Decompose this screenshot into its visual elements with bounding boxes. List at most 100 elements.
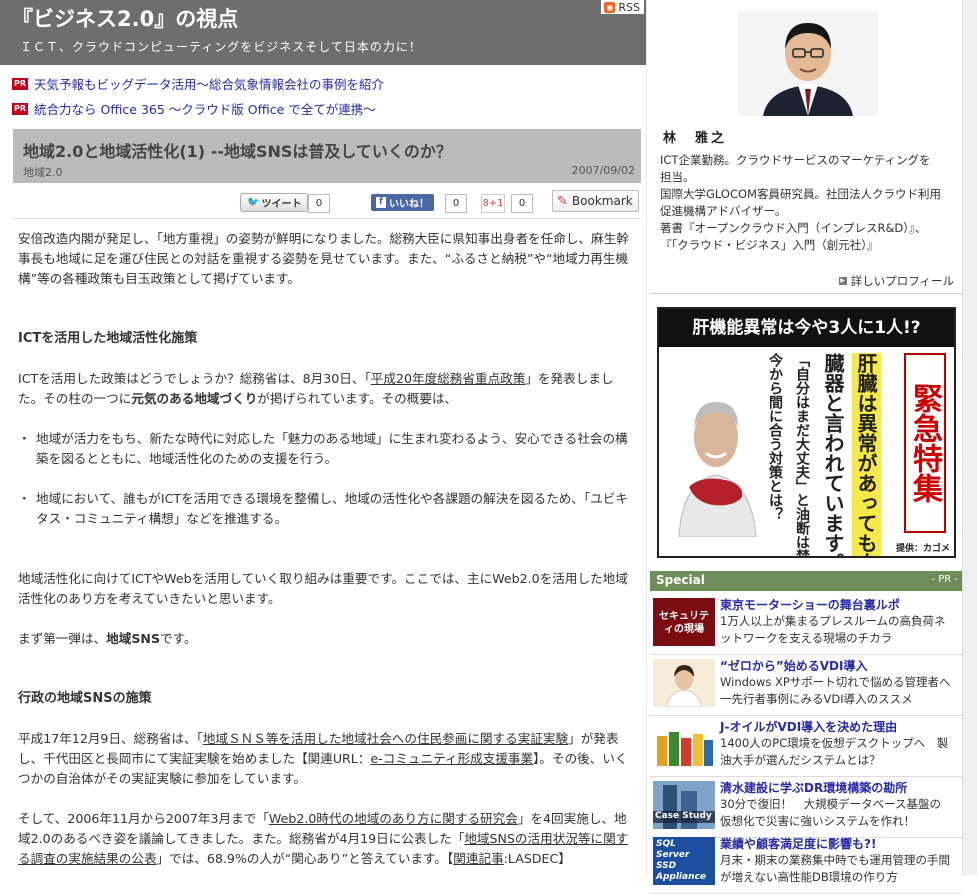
- ad-copy-highlight: 肝臓は異常があっても自覚症状が出にくい: [852, 353, 881, 556]
- tweet-label: ツイート: [261, 199, 302, 210]
- ad-sponsor: 提供：カゴメ: [895, 544, 950, 554]
- special-item[interactable]: Case Study 清水建設に学ぶDR環境構築の勘所 30分で復旧！ 大規模デ…: [650, 777, 962, 838]
- article-link[interactable]: 平成20年度総務省重点政策: [371, 371, 526, 386]
- pr-link-1[interactable]: PR 天気予報もビッグデータ活用～総合気象情報会社の事例を紹介: [12, 74, 384, 93]
- like-label: いいね！: [389, 199, 429, 210]
- profile-box: 林 雅之 ICT企業勤務。クラウドサービスのマーケティングを 担当。 国際大学G…: [650, 0, 962, 294]
- bookmark-button[interactable]: ✎ Bookmark: [552, 190, 639, 212]
- text: 平成17年12月9日、総務省は、「: [18, 731, 203, 746]
- special-title-link[interactable]: 業績や顧客満足度に影響も?!: [720, 835, 876, 852]
- rss-icon: ◉: [604, 1, 616, 13]
- post-header: 地域2.0と地域活性化(1) --地域SNSは普及していくのか？ 地域2.0 2…: [13, 129, 641, 183]
- paragraph: 地域活性化に向けてICTやWebを活用していく取り組みは重要です。ここでは、主に…: [18, 571, 628, 606]
- pr-badge: PR: [12, 102, 29, 115]
- thumb-label: SQL Server SSD Appliance: [656, 839, 706, 882]
- special-desc: 1400人のPC環境を仮想デスクトップへ 製 油大手が選んだシステムとは？: [720, 735, 960, 769]
- special-header: Special - PR -: [650, 571, 962, 591]
- share-bar: 🐦 ツイート 0 f いいね！ 0 8+1 0 ✎ Bookmark: [13, 190, 641, 216]
- desc-line: が増えない高性能DB環境の作り方: [720, 870, 898, 884]
- special-title: Special: [656, 573, 705, 587]
- article-link[interactable]: 地域ＳＮＳ等を活用した地域社会への住民参画に関する実証実験: [203, 731, 568, 746]
- thumb-label: セキュリティの現場: [659, 611, 709, 635]
- sidebar: 林 雅之 ICT企業勤務。クラウドサービスのマーケティングを 担当。 国際大学G…: [650, 0, 962, 894]
- paragraph: まず第一弾は、地域SNSです。: [18, 629, 632, 649]
- bio-line: 『「クラウド・ビジネス」入門（創元社）』: [660, 238, 879, 252]
- ad-copy: 「自分はまだ大丈夫」と油断は禁物です。: [794, 353, 810, 558]
- desc-line: 油大手が選んだシステムとは？: [720, 753, 881, 767]
- desc-line: 一先行者事例にみるVDI導入のススメ: [720, 692, 913, 706]
- like-count: 0: [445, 194, 467, 213]
- divider: [13, 218, 641, 219]
- gplus-count: 0: [511, 194, 533, 213]
- rss-link[interactable]: ◉ RSS: [601, 0, 644, 14]
- article-body: 安倍改造内閣が発足し、「地方重視」の姿勢が鮮明になりました。総務大臣に県知事出身…: [18, 229, 632, 889]
- paragraph: 安倍改造内閣が発足し、「地方重視」の姿勢が鮮明になりました。総務大臣に県知事出身…: [18, 231, 629, 286]
- text: です。: [160, 631, 197, 646]
- special-title-link[interactable]: 東京モーターショーの舞台裏ルポ: [720, 596, 900, 613]
- post-title[interactable]: 地域2.0と地域活性化(1) --地域SNSは普及していくのか？: [23, 138, 452, 162]
- special-title-link[interactable]: 清水建設に学ぶDR環境構築の勘所: [720, 779, 907, 796]
- section-heading: ICTを活用した地域活性化施策: [18, 331, 198, 346]
- desc-line: ットワークを支える現場のチカラ: [720, 631, 893, 645]
- list-item: 地域において、誰もがICTを活用できる環境を整備し、地域の活性化や各課題の解決を…: [18, 489, 632, 529]
- special-desc: 月末・期末の業務集中時でも運用管理の手間 が増えない高性能DB環境の作り方: [720, 852, 960, 886]
- paragraph: ICTを活用した政策はどうでしょうか？総務省は、8月30日、「平成20年度総務省…: [18, 369, 632, 409]
- desc-line: 1万人以上が集まるプレスルームの高負荷ネ: [720, 614, 946, 628]
- section-heading: 行政の地域SNSの施策: [18, 691, 152, 706]
- special-thumbnail: セキュリティの現場: [653, 598, 715, 646]
- author-name: 林 雅之: [663, 131, 728, 146]
- blog-title[interactable]: 『ビジネス2.0』の視点: [12, 3, 238, 33]
- special-thumbnail: [653, 659, 715, 707]
- special-thumbnail: Case Study: [653, 781, 715, 829]
- desc-line: 1400人のPC環境を仮想デスクトップへ 製: [720, 736, 949, 750]
- special-desc: 1万人以上が集まるプレスルームの高負荷ネ ットワークを支える現場のチカラ: [720, 613, 960, 647]
- special-thumbnail: SQL Server SSD Appliance: [653, 837, 715, 885]
- text: まず第一弾は、: [18, 631, 107, 646]
- gplus-button[interactable]: 8+1: [481, 194, 505, 213]
- twitter-bird-icon: 🐦: [247, 197, 260, 208]
- article-link[interactable]: 関連記事: [453, 851, 503, 866]
- ad-headline: 肝機能異常は今や3人に1人!?: [659, 309, 954, 347]
- special-pr: - PR -: [931, 574, 958, 585]
- rss-label: RSS: [618, 0, 640, 14]
- text: そして、2006年11月から2007年3月まで「: [18, 811, 269, 826]
- special-item[interactable]: セキュリティの現場 東京モーターショーの舞台裏ルポ 1万人以上が集まるプレスルー…: [650, 594, 962, 655]
- bio-line: ICT企業勤務。クラウドサービスのマーケティングを: [660, 153, 931, 167]
- text: ICTを活用した政策はどうでしょうか？総務省は、8月30日、「: [18, 371, 371, 386]
- ad-urgent-label: 緊急特集: [904, 353, 946, 533]
- article-link[interactable]: e-コミュニティ形成支援事業: [370, 751, 533, 766]
- vertical-scrollbar[interactable]: [962, 0, 977, 875]
- bio-line: 国際大学GLOCOM客員研究員。社団法人クラウド利用: [660, 187, 941, 201]
- facebook-icon: f: [376, 197, 386, 208]
- column-divider: [646, 0, 647, 875]
- paragraph: そして、2006年11月から2007年3月まで「Web2.0時代の地域のあり方に…: [18, 809, 632, 869]
- article-link[interactable]: Web2.0時代の地域のあり方に関する研究会: [269, 811, 518, 826]
- text: :LASDEC】: [503, 851, 571, 866]
- text: 」では、68.9%の人が“関心あり”と答えています。【: [156, 851, 454, 866]
- bold-text: 元気のある地域づくり: [131, 391, 258, 406]
- post-category[interactable]: 地域2.0: [23, 164, 63, 180]
- special-thumbnail: [653, 720, 715, 768]
- special-title-link[interactable]: “ゼロから”始めるVDI導入: [720, 657, 868, 674]
- bio-line: 促進機構アドバイザー。: [660, 204, 787, 218]
- tweet-button[interactable]: 🐦 ツイート: [240, 193, 309, 212]
- ad-copy: 臓器と言われています。: [821, 353, 845, 558]
- facebook-like-button[interactable]: f いいね！: [371, 194, 434, 211]
- pr-link-text[interactable]: 統合力なら Office 365 ～クラウド版 Office で全てが連携～: [34, 99, 376, 118]
- blog-header: 『ビジネス2.0』の視点 ＩＣＴ、クラウドコンピューティングをビジネスそして日本…: [0, 0, 646, 65]
- pr-link-text[interactable]: 天気予報もビッグデータ活用～総合気象情報会社の事例を紹介: [34, 74, 384, 93]
- special-item[interactable]: “ゼロから”始めるVDI導入 Windows XPサポート切れで悩める管理者へ …: [650, 655, 962, 716]
- bio-line: 著書『オープンクラウド入門（インプレスR&D）』、: [660, 221, 927, 235]
- author-photo: [738, 11, 878, 116]
- banner-ad[interactable]: 肝機能異常は今や3人に1人!? 今から間に合う対策とは？ 「自分はまだ大丈夫」と…: [657, 307, 956, 558]
- profile-link[interactable]: ▶ 詳しいプロフィール: [838, 273, 954, 289]
- bold-text: 地域SNS: [106, 631, 161, 646]
- desc-line: 月末・期末の業務集中時でも運用管理の手間: [720, 853, 950, 867]
- pencil-icon: ✎: [557, 193, 568, 209]
- ad-copy: 今から間に合う対策とは？: [767, 353, 783, 521]
- pr-link-2[interactable]: PR 統合力なら Office 365 ～クラウド版 Office で全てが連携…: [12, 99, 376, 118]
- special-item[interactable]: J-オイルがVDI導入を決めた理由 1400人のPC環境を仮想デスクトップへ 製…: [650, 716, 962, 777]
- special-item[interactable]: SQL Server SSD Appliance 業績や顧客満足度に影響も?! …: [650, 833, 962, 894]
- pr-badge: PR: [12, 77, 29, 90]
- special-title-link[interactable]: J-オイルがVDI導入を決めた理由: [720, 718, 897, 735]
